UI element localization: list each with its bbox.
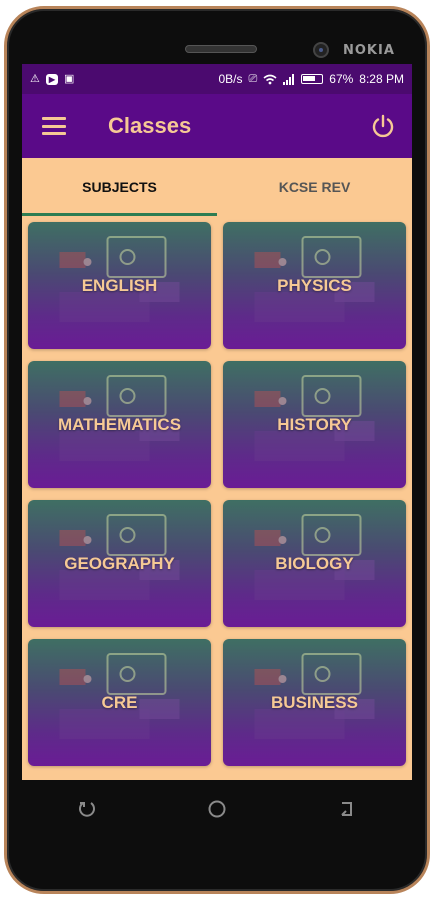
subject-label: PHYSICS	[277, 275, 352, 295]
alert-icon: ⚠	[30, 72, 40, 85]
subject-card-cre[interactable]: CRE	[28, 639, 211, 766]
recents-icon	[79, 802, 95, 817]
tab-subjects[interactable]: SUBJECTS	[22, 158, 217, 216]
clock: 8:28 PM	[359, 72, 404, 86]
cast-icon: ⎚	[248, 72, 258, 85]
wifi-icon	[263, 74, 277, 84]
subject-card-mathematics[interactable]: MATHEMATICS	[28, 361, 211, 488]
page-title: Classes	[108, 113, 192, 138]
app-screen: ⚠ ▶ ▣ 0B/s ⎚ 67% 8:28 PM Classes SUBJECT…	[22, 64, 412, 780]
subject-card-history[interactable]: HISTORY	[223, 361, 406, 488]
home-button[interactable]	[197, 789, 237, 829]
battery-icon	[301, 74, 324, 84]
front-camera	[313, 42, 329, 58]
network-speed: 0B/s	[218, 72, 243, 86]
battery-percent: 67%	[329, 72, 354, 86]
back-button[interactable]	[327, 789, 367, 829]
subject-card-english[interactable]: ENGLISH	[28, 222, 211, 349]
subject-label: BUSINESS	[271, 692, 358, 712]
back-icon	[341, 802, 352, 816]
menu-icon[interactable]	[42, 117, 66, 135]
subject-label: CRE	[101, 692, 138, 712]
android-nav-bar	[22, 780, 412, 838]
subjects-grid: ENGLISH PHYSICS MATHEMATICS HISTORY GEOG…	[22, 216, 412, 766]
device-brand: NOKIA	[343, 43, 395, 58]
tab-indicator	[22, 213, 217, 216]
subject-card-business[interactable]: BUSINESS	[223, 639, 406, 766]
app-bar: Classes	[22, 94, 412, 158]
status-bar: ⚠ ▶ ▣ 0B/s ⎚ 67% 8:28 PM	[22, 64, 412, 94]
subject-card-biology[interactable]: BIOLOGY	[223, 500, 406, 627]
subject-label: BIOLOGY	[275, 553, 354, 573]
tab-kcse-rev[interactable]: KCSE REV	[217, 158, 412, 216]
subject-label: GEOGRAPHY	[64, 553, 175, 573]
signal-icon	[283, 73, 295, 85]
tab-bar: SUBJECTS KCSE REV	[22, 158, 412, 216]
recents-button[interactable]	[67, 789, 107, 829]
subject-card-physics[interactable]: PHYSICS	[223, 222, 406, 349]
power-icon[interactable]	[370, 113, 396, 139]
youtube-icon: ▶	[45, 73, 59, 85]
subject-label: HISTORY	[277, 414, 352, 434]
subject-label: ENGLISH	[81, 275, 158, 295]
earpiece-speaker	[185, 45, 257, 53]
subject-card-geography[interactable]: GEOGRAPHY	[28, 500, 211, 627]
home-icon	[208, 800, 226, 818]
subject-label: MATHEMATICS	[57, 414, 182, 434]
image-icon: ▣	[64, 72, 75, 85]
